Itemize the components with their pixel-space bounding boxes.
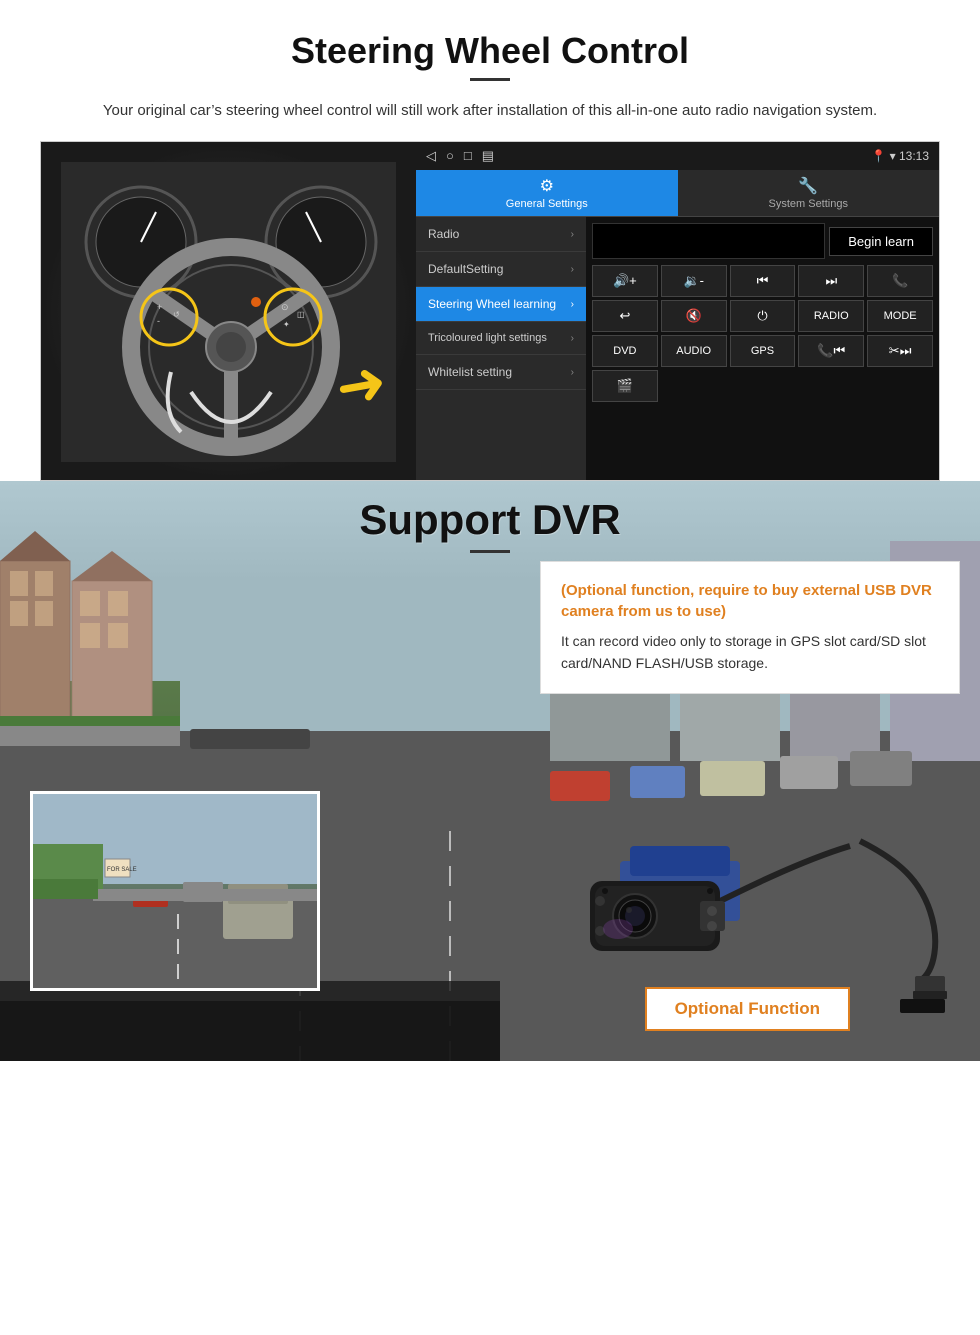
menu-item-steering[interactable]: Steering Wheel learning › xyxy=(416,287,586,322)
chevron-icon: › xyxy=(571,264,574,275)
tab-general-settings[interactable]: ⚙ General Settings xyxy=(416,170,678,217)
dvr-info-box: (Optional function, require to buy exter… xyxy=(540,561,960,694)
tab-system-label: System Settings xyxy=(769,198,848,210)
dvr-inset-road-scene: FOR SALE xyxy=(33,794,317,988)
swc-wheel-photo: + - ↺ ⊙ ◫ ✦ ➜ xyxy=(41,142,416,480)
swc-screenshot: + - ↺ ⊙ ◫ ✦ ➜ ◁ ○ xyxy=(40,141,940,481)
back-icon: ◁ xyxy=(426,148,436,164)
extra-button[interactable]: 🎬 xyxy=(592,370,658,402)
hangup-button[interactable]: ↩ xyxy=(592,300,658,332)
panel-top-row: Begin learn xyxy=(592,223,933,259)
phone-prev-button[interactable]: 📞⏮ xyxy=(798,335,864,367)
chevron-icon: › xyxy=(571,229,574,240)
dvr-background: Support DVR (Optional function, require … xyxy=(0,481,980,1061)
menu-steering-label: Steering Wheel learning xyxy=(428,297,556,311)
svg-text:◫: ◫ xyxy=(297,310,305,319)
svg-text:✦: ✦ xyxy=(283,320,290,329)
chevron-icon: › xyxy=(571,367,574,378)
dvr-title-area: Support DVR xyxy=(0,496,980,553)
vol-up-button[interactable]: 🔊+ xyxy=(592,265,658,297)
menu-radio-label: Radio xyxy=(428,227,459,241)
inset-scene-svg: FOR SALE xyxy=(33,794,320,991)
screenshot-icon: ▤ xyxy=(482,148,494,164)
menu-item-radio[interactable]: Radio › xyxy=(416,217,586,252)
tab-general-label: General Settings xyxy=(506,198,588,210)
chevron-icon: › xyxy=(571,333,574,344)
cut-next-button[interactable]: ✂⏭ xyxy=(867,335,933,367)
mute-button[interactable]: 🔇 xyxy=(661,300,727,332)
dvr-divider xyxy=(470,550,510,553)
time-display: 13:13 xyxy=(899,149,929,163)
svg-text:+: + xyxy=(157,302,162,312)
next-track-button[interactable]: ⏭ xyxy=(798,265,864,297)
home-icon: ○ xyxy=(446,148,454,164)
svg-text:↺: ↺ xyxy=(173,310,180,319)
dvr-info-description: It can record video only to storage in G… xyxy=(561,630,939,675)
dvd-button[interactable]: DVD xyxy=(592,335,658,367)
android-tab-bar: ⚙ General Settings 🔧 System Settings xyxy=(416,170,939,217)
android-right-panel: Begin learn 🔊+ 🔉- ⏮ ⏭ 📞 ↩ 🔇 ⏻ RADIO MODE xyxy=(586,217,939,480)
vol-down-button[interactable]: 🔉- xyxy=(661,265,727,297)
settings-gear-icon: ⚙ xyxy=(540,176,554,196)
system-icon: 🔧 xyxy=(798,176,818,196)
menu-tricolour-label: Tricoloured light settings xyxy=(428,332,547,344)
nav-icons: ◁ ○ □ ▤ xyxy=(426,148,494,164)
mode-button[interactable]: MODE xyxy=(867,300,933,332)
phone-button[interactable]: 📞 xyxy=(867,265,933,297)
empty-input xyxy=(592,223,825,259)
swc-subtitle: Your original car’s steering wheel contr… xyxy=(60,99,920,123)
android-status-icons: 📍 ▾ 13:13 xyxy=(871,149,929,163)
swc-section: Steering Wheel Control Your original car… xyxy=(0,0,980,481)
menu-default-label: DefaultSetting xyxy=(428,262,503,276)
android-ui: ◁ ○ □ ▤ 📍 ▾ 13:13 ⚙ General Settings xyxy=(416,142,939,480)
gps-button[interactable]: GPS xyxy=(730,335,796,367)
svg-text:⊙: ⊙ xyxy=(281,302,289,312)
swc-title: Steering Wheel Control xyxy=(40,30,940,72)
svg-text:-: - xyxy=(157,316,160,326)
menu-whitelist-label: Whitelist setting xyxy=(428,365,512,379)
menu-item-tricolour[interactable]: Tricoloured light settings › xyxy=(416,322,586,355)
swc-divider xyxy=(470,78,510,81)
prev-track-button[interactable]: ⏮ xyxy=(730,265,796,297)
android-topbar: ◁ ○ □ ▤ 📍 ▾ 13:13 xyxy=(416,142,939,170)
tab-system-settings[interactable]: 🔧 System Settings xyxy=(678,170,940,217)
dvr-inset-video: FOR SALE xyxy=(30,791,320,991)
optional-function-button[interactable]: Optional Function xyxy=(645,987,850,1031)
menu-item-whitelist[interactable]: Whitelist setting › xyxy=(416,355,586,390)
wifi-icon: ▾ xyxy=(890,149,896,163)
location-icon: 📍 xyxy=(871,149,886,163)
android-content: Radio › DefaultSetting › Steering Wheel … xyxy=(416,217,939,480)
dvr-title: Support DVR xyxy=(0,496,980,544)
android-left-menu: Radio › DefaultSetting › Steering Wheel … xyxy=(416,217,586,480)
dvr-section: Support DVR (Optional function, require … xyxy=(0,481,980,1061)
menu-item-default[interactable]: DefaultSetting › xyxy=(416,252,586,287)
audio-button[interactable]: AUDIO xyxy=(661,335,727,367)
control-button-grid: 🔊+ 🔉- ⏮ ⏭ 📞 ↩ 🔇 ⏻ RADIO MODE DVD AUDIO G… xyxy=(592,265,933,402)
radio-button[interactable]: RADIO xyxy=(798,300,864,332)
svg-text:FOR SALE: FOR SALE xyxy=(107,867,137,873)
begin-learn-button[interactable]: Begin learn xyxy=(829,227,933,256)
dvr-optional-text: (Optional function, require to buy exter… xyxy=(561,580,939,622)
recents-icon: □ xyxy=(464,148,472,164)
chevron-icon: › xyxy=(571,299,574,310)
power-button[interactable]: ⏻ xyxy=(730,300,796,332)
